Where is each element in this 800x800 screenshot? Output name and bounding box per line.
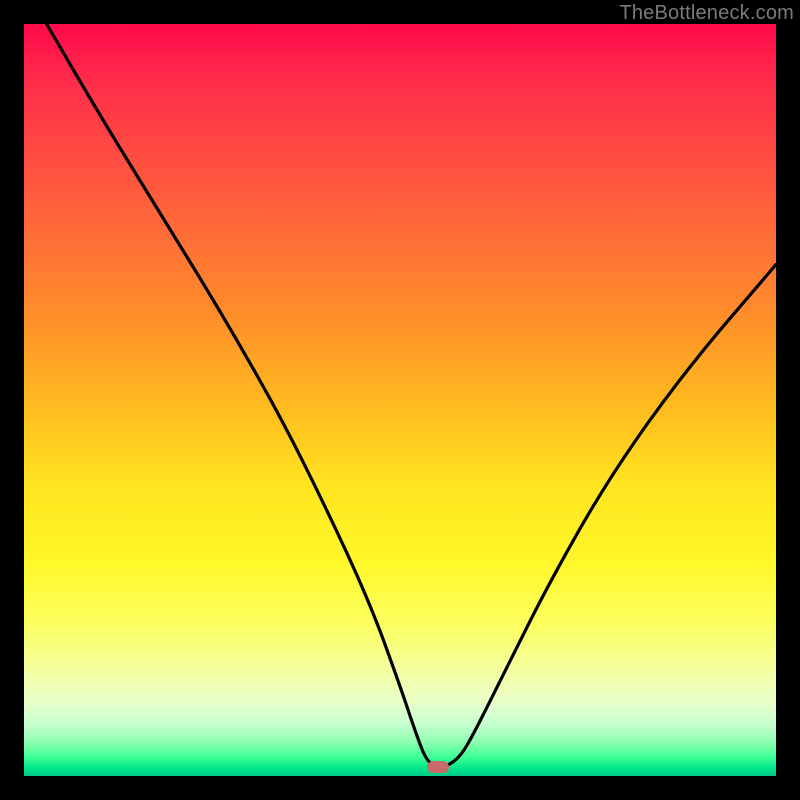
plot-area [24,24,776,776]
bottleneck-curve [24,24,776,776]
chart-frame: TheBottleneck.com [0,0,800,800]
watermark-text: TheBottleneck.com [619,2,794,25]
minimum-marker [427,761,449,773]
curve-path [47,24,776,767]
